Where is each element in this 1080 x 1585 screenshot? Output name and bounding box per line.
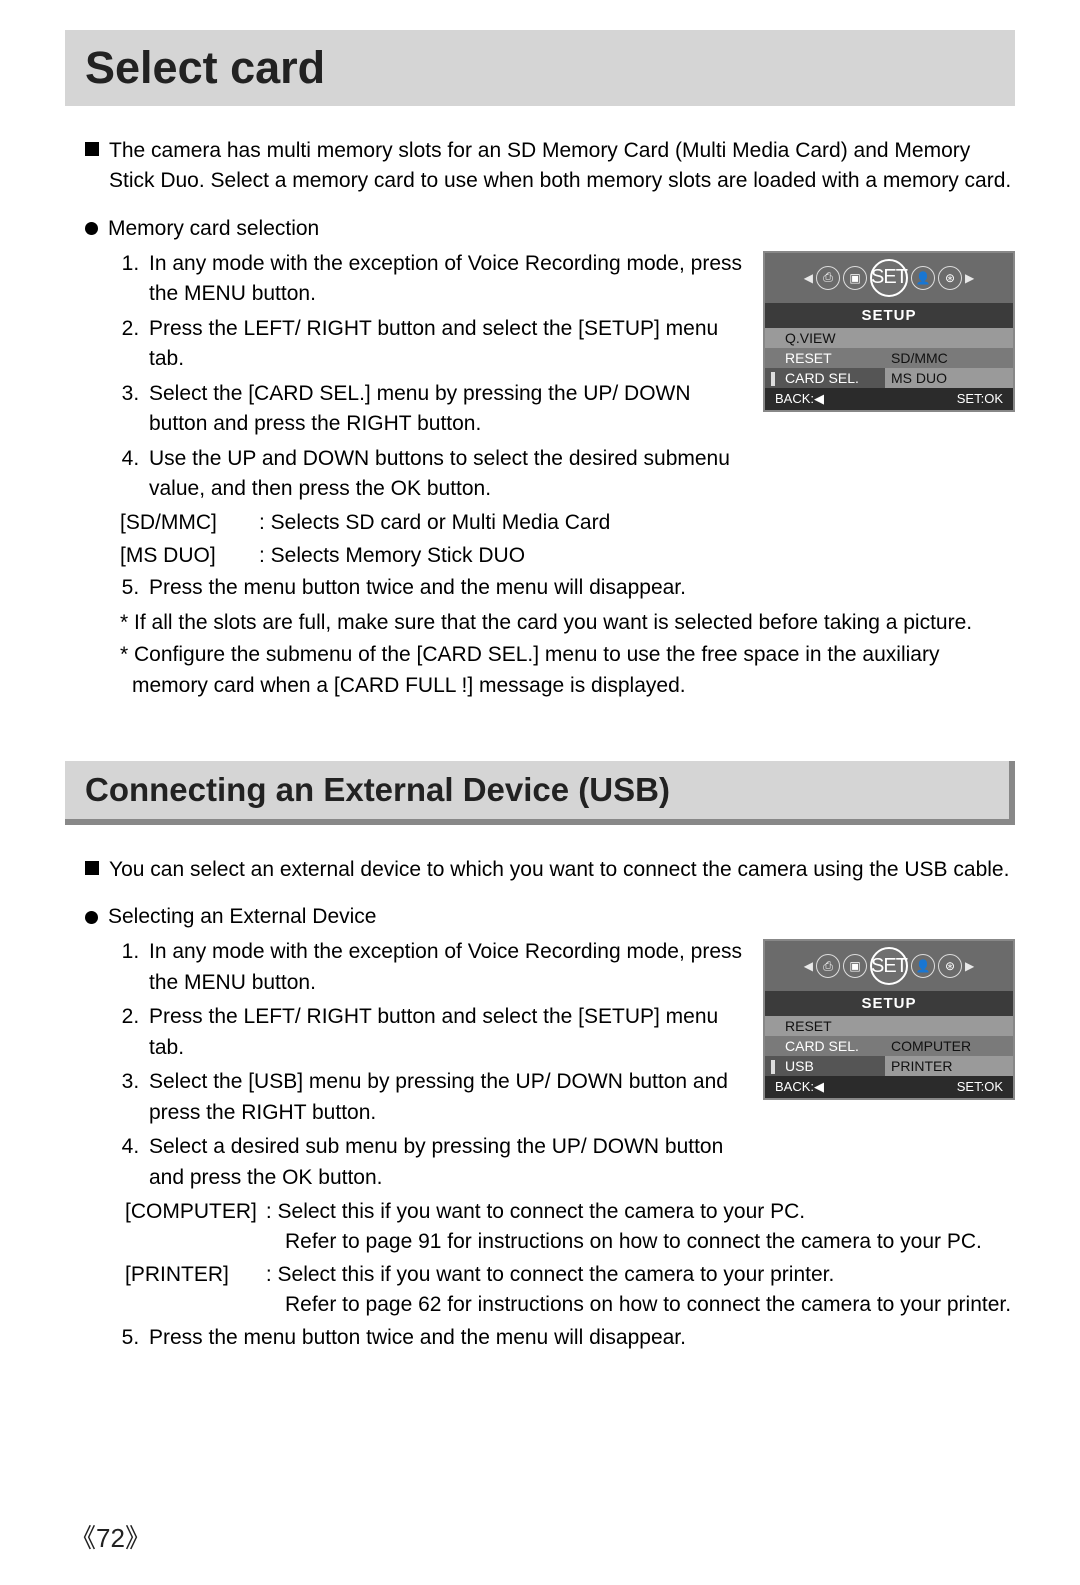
lcd1-print-tab-icon: ⎙ [816, 266, 840, 290]
lcd2-back: BACK:◀ [775, 1079, 824, 1095]
lcd2-m2: CARD SEL. [765, 1036, 885, 1056]
page-title-bar: Select card [65, 30, 1015, 106]
opt2-1-sub: Refer to page 91 for instructions on how… [285, 1227, 1015, 1257]
lcd2-set-tab: SET [870, 947, 908, 985]
notes-1: * If all the slots are full, make sure t… [120, 608, 1015, 701]
lcd1-m2r: SD/MMC [885, 348, 1013, 368]
options-2: [COMPUTER] : Select this if you want to … [125, 1197, 1015, 1321]
subheading-1: Memory card selection [85, 217, 1015, 241]
intro-text-2: You can select an external device to whi… [109, 855, 1009, 885]
columns-2: In any mode with the exception of Voice … [65, 937, 1015, 1197]
lcd1-header: SETUP [765, 303, 1013, 328]
step-2-4: Select a desired sub menu by pressing th… [145, 1132, 743, 1193]
steps-list-1: In any mode with the exception of Voice … [145, 249, 743, 505]
lcd2-misc-tab-icon: ⊛ [938, 954, 962, 978]
square-bullet-icon [85, 861, 99, 875]
lcd1-m2: RESET [765, 348, 885, 368]
lcd2-m3r: PRINTER [885, 1056, 1013, 1076]
circle-bullet-icon [85, 222, 98, 235]
lcd-screenshot-1: ◀ ⎙ ▣ SET 👤 ⊛ ▶ SETUP Q.VIEW RESETSD/MMC… [763, 251, 1015, 412]
col-left-2: In any mode with the exception of Voice … [65, 937, 743, 1197]
subheading-2: Selecting an External Device [85, 905, 1015, 929]
opt2-2-desc: : Select this if you want to connect the… [266, 1263, 834, 1286]
step-2-3: Select the [USB] menu by pressing the UP… [145, 1067, 743, 1128]
steps-list-2b: Press the menu button twice and the menu… [145, 1323, 1015, 1353]
lcd2-header: SETUP [765, 991, 1013, 1016]
options-1: [SD/MMC]: Selects SD card or Multi Media… [120, 508, 743, 571]
lcd2-person-tab-icon: 👤 [911, 954, 935, 978]
lcd2-m3: USB [765, 1056, 885, 1076]
step-2-1: In any mode with the exception of Voice … [145, 937, 743, 998]
opt2-1-desc: : Select this if you want to connect the… [266, 1200, 805, 1223]
step-1-5: Press the menu button twice and the menu… [145, 573, 1015, 603]
steps-list-1b: Press the menu button twice and the menu… [145, 573, 1015, 603]
note-1-1: * If all the slots are full, make sure t… [120, 608, 1015, 638]
step-2-5: Press the menu button twice and the menu… [145, 1323, 1015, 1353]
step-2-2: Press the LEFT/ RIGHT button and select … [145, 1002, 743, 1063]
square-bullet-icon [85, 142, 99, 156]
opt2-2-sub: Refer to page 62 for instructions on how… [285, 1290, 1015, 1320]
intro-block-1: The camera has multi memory slots for an… [85, 136, 1015, 197]
lcd1-left-arrow-icon: ◀ [804, 271, 813, 285]
lcd1-person-tab-icon: 👤 [911, 266, 935, 290]
lcd1-tabs: ◀ ⎙ ▣ SET 👤 ⊛ ▶ [765, 253, 1013, 303]
lcd2-print-tab-icon: ⎙ [816, 954, 840, 978]
step-1-2: Press the LEFT/ RIGHT button and select … [145, 314, 743, 375]
lcd1-misc-tab-icon: ⊛ [938, 266, 962, 290]
lcd1-play-tab-icon: ▣ [843, 266, 867, 290]
lcd2-body: RESET CARD SEL.COMPUTER USBPRINTER [765, 1016, 1013, 1076]
opt2-desc: : Selects Memory Stick DUO [259, 541, 525, 571]
lcd2-tabs: ◀ ⎙ ▣ SET 👤 ⊛ ▶ [765, 941, 1013, 991]
subheading-1-text: Memory card selection [108, 217, 319, 241]
lcd1-m3: CARD SEL. [765, 368, 885, 388]
lcd1-footer: BACK:◀ SET:OK [765, 388, 1013, 410]
lcd1-m3r: MS DUO [885, 368, 1013, 388]
step-1-4: Use the UP and DOWN buttons to select th… [145, 444, 743, 505]
lcd2-footer: BACK:◀ SET:OK [765, 1076, 1013, 1098]
lcd2-play-tab-icon: ▣ [843, 954, 867, 978]
steps-list-2: In any mode with the exception of Voice … [145, 937, 743, 1193]
opt2-2-name: [PRINTER] [125, 1260, 260, 1290]
lcd2-right-arrow-icon: ▶ [965, 959, 974, 973]
section-title-bar-usb: Connecting an External Device (USB) [65, 761, 1015, 825]
intro-block-2: You can select an external device to whi… [85, 855, 1015, 885]
opt2-1-name: [COMPUTER] [125, 1197, 260, 1227]
lcd2-set: SET:OK [957, 1079, 1003, 1095]
section-title-usb: Connecting an External Device (USB) [85, 771, 989, 809]
lcd1-m1: Q.VIEW [765, 328, 885, 348]
col-left-1: In any mode with the exception of Voice … [65, 249, 743, 573]
subheading-2-text: Selecting an External Device [108, 905, 376, 929]
page-number: 72 [70, 1518, 151, 1555]
lcd1-back: BACK:◀ [775, 391, 824, 407]
lcd2-m2r: COMPUTER [885, 1036, 1013, 1056]
page-title: Select card [85, 42, 995, 94]
lcd2-left-arrow-icon: ◀ [804, 959, 813, 973]
step-1-1: In any mode with the exception of Voice … [145, 249, 743, 310]
lcd1-right-arrow-icon: ▶ [965, 271, 974, 285]
opt1-name: [SD/MMC] [120, 508, 255, 538]
opt1-desc: : Selects SD card or Multi Media Card [259, 508, 610, 538]
circle-bullet-icon [85, 911, 98, 924]
step-1-3: Select the [CARD SEL.] menu by pressing … [145, 379, 743, 440]
lcd2-m1: RESET [765, 1016, 885, 1036]
note-1-2: * Configure the submenu of the [CARD SEL… [120, 640, 1015, 701]
opt2-name: [MS DUO] [120, 541, 255, 571]
lcd-screenshot-2: ◀ ⎙ ▣ SET 👤 ⊛ ▶ SETUP RESET CARD SEL.COM… [763, 939, 1015, 1100]
columns-1: In any mode with the exception of Voice … [65, 249, 1015, 573]
lcd1-set-tab: SET [870, 259, 908, 297]
lcd1-body: Q.VIEW RESETSD/MMC CARD SEL.MS DUO [765, 328, 1013, 388]
lcd1-set: SET:OK [957, 391, 1003, 407]
intro-text-1: The camera has multi memory slots for an… [109, 136, 1015, 197]
